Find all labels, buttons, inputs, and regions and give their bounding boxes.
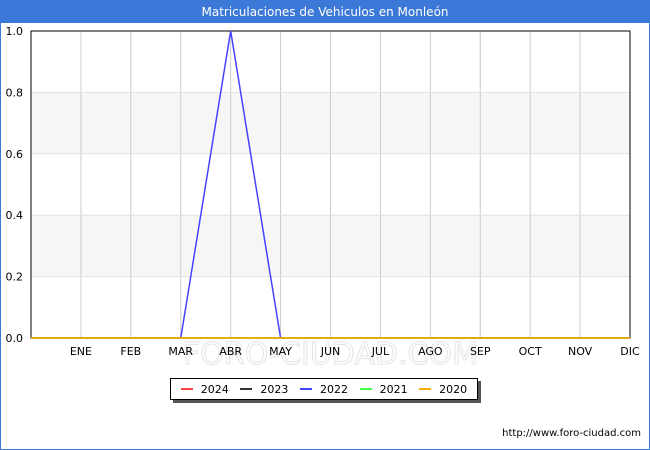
legend-item-2021: 2021 <box>359 382 408 396</box>
legend-swatch <box>419 388 432 390</box>
y-tick-label: 0.4 <box>6 209 24 222</box>
legend-item-2020: 2020 <box>419 383 467 396</box>
x-tick-label: JUL <box>371 345 390 358</box>
x-tick-label: FEB <box>120 345 141 358</box>
y-tick-label: 0.6 <box>6 148 24 161</box>
legend-swatch <box>240 388 253 390</box>
legend-item-2024: 2024 <box>180 382 229 396</box>
y-tick-label: 0.8 <box>6 86 24 99</box>
chart-legend: 2024 2023 2022 2021 2020 <box>170 378 478 400</box>
legend-label: 2021 <box>379 382 408 396</box>
legend-swatch <box>359 388 372 390</box>
x-tick-label: AGO <box>418 345 443 358</box>
legend-label: 2023 <box>260 382 289 396</box>
x-tick-label: SEP <box>470 345 491 358</box>
legend-label: 2022 <box>319 382 348 396</box>
legend-swatch <box>299 388 312 390</box>
legend-swatch <box>180 388 193 390</box>
x-tick-label: MAR <box>168 345 193 358</box>
x-tick-label: DIC <box>620 345 640 358</box>
x-tick-label: OCT <box>519 345 542 358</box>
legend-item-2023: 2023 <box>240 383 288 396</box>
x-tick-label: MAY <box>269 345 292 358</box>
legend-label: 2020 <box>439 382 468 396</box>
y-tick-label: 0.0 <box>6 332 24 345</box>
x-tick-label: ENE <box>70 345 92 358</box>
source-url: http://www.foro-ciudad.com <box>502 428 641 439</box>
x-tick-label: NOV <box>568 345 593 358</box>
legend-item-2022: 2022 <box>299 382 348 396</box>
y-tick-label: 1.0 <box>6 25 24 38</box>
y-tick-label: 0.2 <box>6 271 24 284</box>
x-tick-label: ABR <box>219 345 242 358</box>
x-tick-label: JUN <box>320 345 341 358</box>
legend-label: 2024 <box>200 382 229 396</box>
